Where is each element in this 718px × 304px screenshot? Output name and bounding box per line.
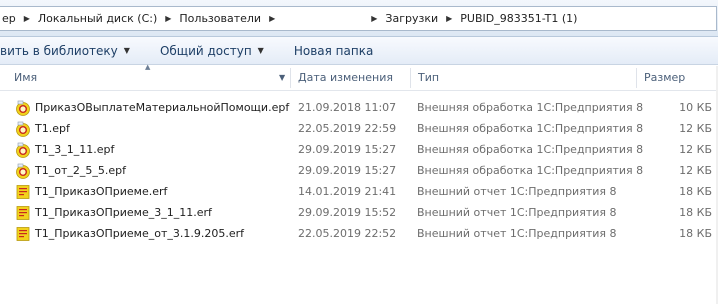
column-divider[interactable]: [290, 68, 291, 88]
file-size: 12 КБ: [679, 122, 712, 135]
file-size: 18 КБ: [679, 185, 712, 198]
column-filter-chevron-icon[interactable]: ▼: [279, 73, 285, 82]
breadcrumb[interactable]: ер ▶ Локальный диск (C:) ▶ Пользователи …: [0, 6, 717, 31]
file-name: T1_ПриказОПриеме.erf: [35, 185, 168, 198]
breadcrumb-item-local-disk[interactable]: Локальный диск (C:): [34, 12, 161, 25]
file-name: T1_3_1_11.epf: [35, 143, 115, 156]
breadcrumb-item-current-folder[interactable]: PUBID_983351-T1 (1): [456, 12, 581, 25]
share-label: Общий доступ: [159, 43, 252, 58]
erf-file-icon: [16, 227, 30, 241]
file-name: T1.epf: [35, 122, 70, 135]
file-size: 12 КБ: [679, 143, 712, 156]
file-row[interactable]: T1_ПриказОПриеме_от_3.1.9.205.erf 22.05.…: [0, 223, 718, 244]
column-header-date[interactable]: Дата изменения: [298, 66, 393, 90]
file-name: ПриказОВыплатеМатериальнойПомощи.epf: [35, 101, 290, 114]
epf-file-icon: [16, 163, 30, 179]
file-row[interactable]: T1.epf 22.05.2019 22:59 Внешняя обработк…: [0, 118, 718, 139]
column-header-name[interactable]: Имя: [14, 66, 37, 90]
file-type: Внешняя обработка 1С:Предприятия 8: [417, 143, 644, 156]
breadcrumb-item-computer[interactable]: ер: [0, 12, 20, 25]
file-row[interactable]: ПриказОВыплатеМатериальнойПомощи.epf 21.…: [0, 97, 718, 118]
file-type: Внешний отчет 1С:Предприятия 8: [417, 206, 617, 219]
breadcrumb-separator-icon[interactable]: ▶: [161, 14, 175, 23]
breadcrumb-separator-icon[interactable]: ▶: [20, 14, 34, 23]
file-row[interactable]: T1_3_1_11.epf 29.09.2019 15:27 Внешняя о…: [0, 139, 718, 160]
column-divider[interactable]: [636, 68, 637, 88]
chevron-down-icon: ▼: [123, 46, 130, 55]
file-date: 29.09.2019 15:27: [298, 143, 397, 156]
file-size: 12 КБ: [679, 164, 712, 177]
file-date: 22.05.2019 22:59: [298, 122, 397, 135]
share-button[interactable]: Общий доступ ▼: [160, 44, 264, 58]
file-type: Внешний отчет 1С:Предприятия 8: [417, 227, 617, 240]
new-folder-button[interactable]: Новая папка: [294, 44, 373, 58]
file-name: T1_ПриказОПриеме_от_3.1.9.205.erf: [35, 227, 245, 240]
add-to-library-button[interactable]: вить в библиотеку ▼: [0, 44, 130, 58]
file-size: 10 КБ: [679, 101, 712, 114]
file-row[interactable]: T1_от_2_5_5.epf 29.09.2019 15:27 Внешняя…: [0, 160, 718, 181]
sort-ascending-icon: ▲: [145, 63, 151, 71]
file-name: T1_ПриказОПриеме_3_1_11.erf: [35, 206, 212, 219]
chevron-down-icon: ▼: [257, 46, 264, 55]
file-row[interactable]: T1_ПриказОПриеме_3_1_11.erf 29.09.2019 1…: [0, 202, 718, 223]
file-date: 14.01.2019 21:41: [298, 185, 397, 198]
erf-file-icon: [16, 185, 30, 199]
erf-file-icon: [16, 206, 30, 220]
file-list: ПриказОВыплатеМатериальнойПомощи.epf 21.…: [0, 97, 718, 244]
file-type: Внешний отчет 1С:Предприятия 8: [417, 185, 617, 198]
breadcrumb-item-downloads[interactable]: Загрузки: [381, 12, 442, 25]
file-size: 18 КБ: [679, 206, 712, 219]
column-header-type[interactable]: Тип: [418, 66, 439, 90]
breadcrumb-item-users[interactable]: Пользователи: [175, 12, 265, 25]
epf-file-icon: [16, 142, 30, 158]
file-date: 29.09.2019 15:52: [298, 206, 397, 219]
column-header-size[interactable]: Размер: [644, 66, 685, 90]
breadcrumb-separator-icon[interactable]: ▶: [442, 14, 456, 23]
file-type: Внешняя обработка 1С:Предприятия 8: [417, 164, 644, 177]
file-type: Внешняя обработка 1С:Предприятия 8: [417, 101, 644, 114]
file-date: 22.05.2019 22:52: [298, 227, 397, 240]
breadcrumb-separator-icon[interactable]: ▶: [367, 14, 381, 23]
file-name: T1_от_2_5_5.epf: [35, 164, 126, 177]
breadcrumb-item-username-redacted[interactable]: [279, 11, 367, 26]
breadcrumb-separator-icon[interactable]: ▶: [265, 14, 279, 23]
address-bar: ер ▶ Локальный диск (C:) ▶ Пользователи …: [0, 0, 718, 37]
column-divider[interactable]: [410, 68, 411, 88]
column-header: ▲ Имя ▼ Дата изменения Тип Размер: [0, 63, 718, 91]
command-toolbar: вить в библиотеку ▼ Общий доступ ▼ Новая…: [0, 37, 718, 65]
file-row[interactable]: T1_ПриказОПриеме.erf 14.01.2019 21:41 Вн…: [0, 181, 718, 202]
file-size: 18 КБ: [679, 227, 712, 240]
epf-file-icon: [16, 100, 30, 116]
add-to-library-label: вить в библиотеку: [0, 43, 118, 58]
epf-file-icon: [16, 121, 30, 137]
file-type: Внешняя обработка 1С:Предприятия 8: [417, 122, 644, 135]
file-date: 21.09.2018 11:07: [298, 101, 397, 114]
file-date: 29.09.2019 15:27: [298, 164, 397, 177]
new-folder-label: Новая папка: [293, 43, 374, 58]
